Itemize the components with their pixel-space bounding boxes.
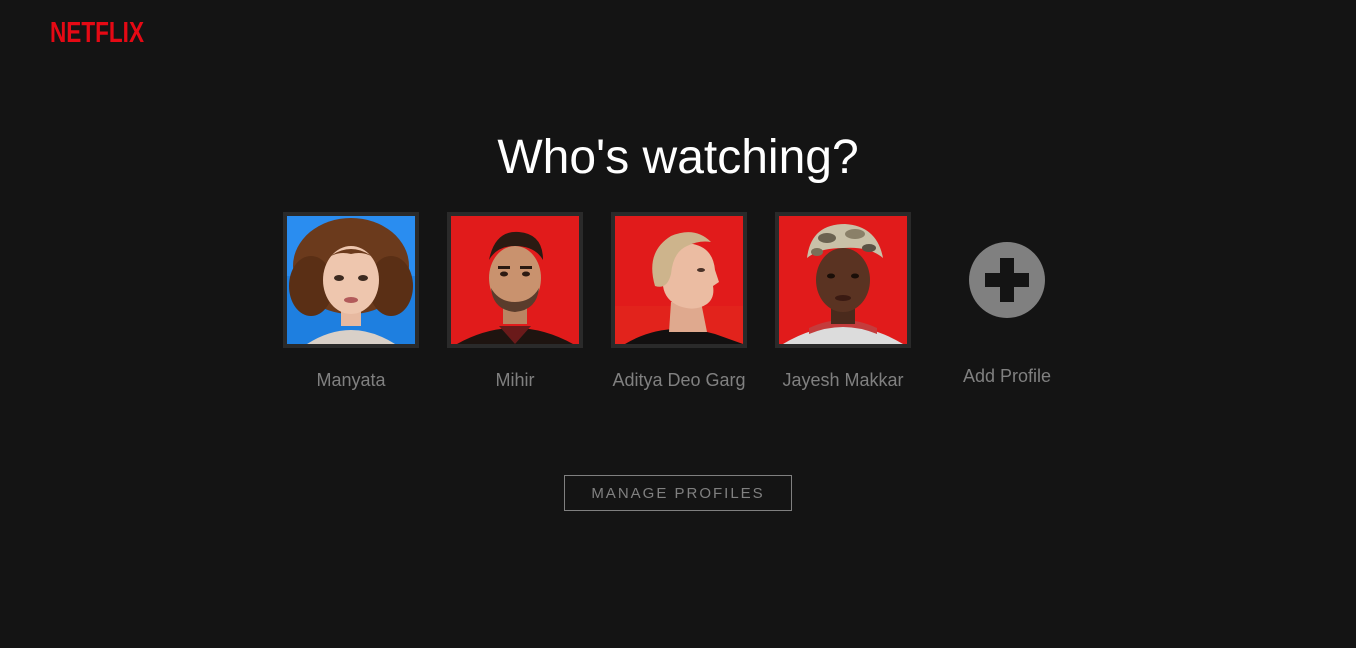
plus-circle-icon[interactable]: [969, 242, 1045, 318]
avatar[interactable]: [447, 212, 583, 348]
profile-mihir[interactable]: Mihir: [447, 212, 583, 391]
avatar-image: [287, 216, 415, 344]
page-title: Who's watching?: [497, 131, 859, 184]
profile-manyata[interactable]: Manyata: [283, 212, 419, 391]
profile-name: Manyata: [316, 370, 386, 390]
add-profile-icon-wrap[interactable]: [939, 212, 1075, 348]
manage-profiles-button[interactable]: MANAGE PROFILES: [564, 475, 792, 511]
profile-aditya-deo-garg[interactable]: Aditya Deo Garg: [611, 212, 747, 391]
avatar-image: [615, 216, 743, 344]
avatar-image: [451, 216, 579, 344]
profile-name: Aditya Deo Garg: [612, 370, 746, 390]
add-profile-button[interactable]: Add Profile: [939, 212, 1075, 387]
netflix-logo-text: NETFLIX: [50, 17, 144, 46]
profile-name: Jayesh Makkar: [782, 370, 904, 390]
avatar-image: [779, 216, 907, 344]
profile-gate: NETFLIX Who's watching? Manyata Mihir Ad…: [0, 0, 1356, 648]
profile-jayesh-makkar[interactable]: Jayesh Makkar: [775, 212, 911, 391]
add-profile-label: Add Profile: [962, 366, 1052, 386]
avatar[interactable]: [611, 212, 747, 348]
profile-name: Mihir: [495, 370, 535, 390]
avatar[interactable]: [283, 212, 419, 348]
avatar[interactable]: [775, 212, 911, 348]
netflix-logo[interactable]: NETFLIX: [50, 14, 146, 46]
